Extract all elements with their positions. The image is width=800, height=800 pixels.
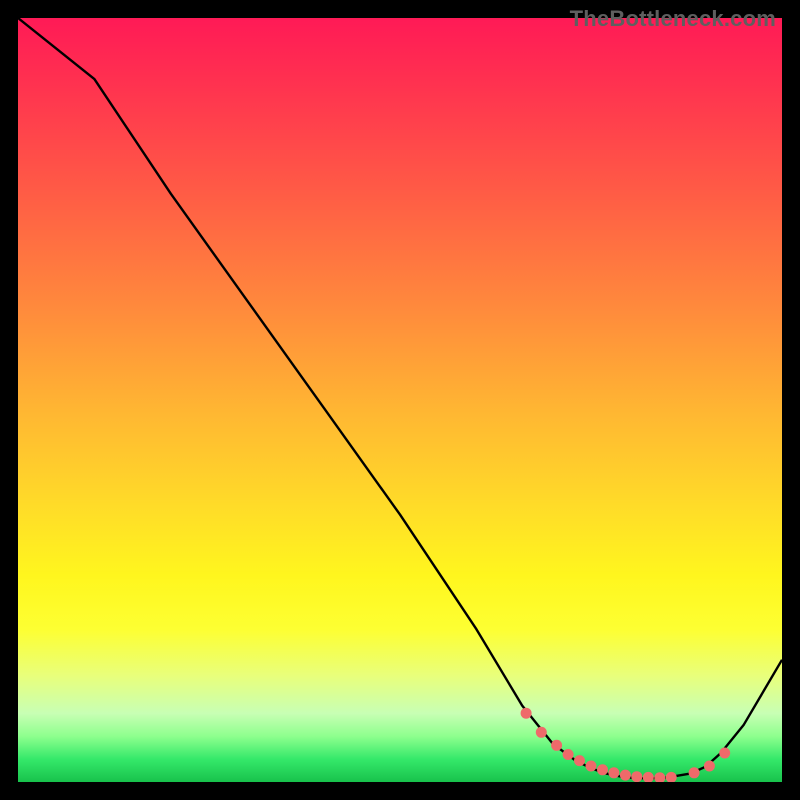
sweet-spot-dot	[643, 772, 654, 782]
sweet-spot-dot	[608, 767, 619, 778]
sweet-spot-dot	[620, 770, 631, 781]
sweet-spot-dot	[574, 755, 585, 766]
sweet-spot-dot	[586, 761, 597, 772]
bottleneck-curve-line	[18, 18, 782, 778]
sweet-spot-dot	[631, 771, 642, 782]
viewport: TheBottleneck.com	[0, 0, 800, 800]
chart-svg	[18, 18, 782, 782]
sweet-spot-dot	[597, 764, 608, 775]
sweet-spot-dot	[536, 727, 547, 738]
sweet-spot-dot	[719, 748, 730, 759]
chart-area	[18, 18, 782, 782]
sweet-spot-dot	[704, 761, 715, 772]
sweet-spot-dot	[654, 772, 665, 782]
sweet-spot-dots	[521, 708, 731, 782]
sweet-spot-dot	[666, 772, 677, 782]
sweet-spot-dot	[551, 740, 562, 751]
sweet-spot-dot	[521, 708, 532, 719]
sweet-spot-dot	[689, 767, 700, 778]
watermark-text: TheBottleneck.com	[570, 6, 776, 32]
sweet-spot-dot	[563, 749, 574, 760]
